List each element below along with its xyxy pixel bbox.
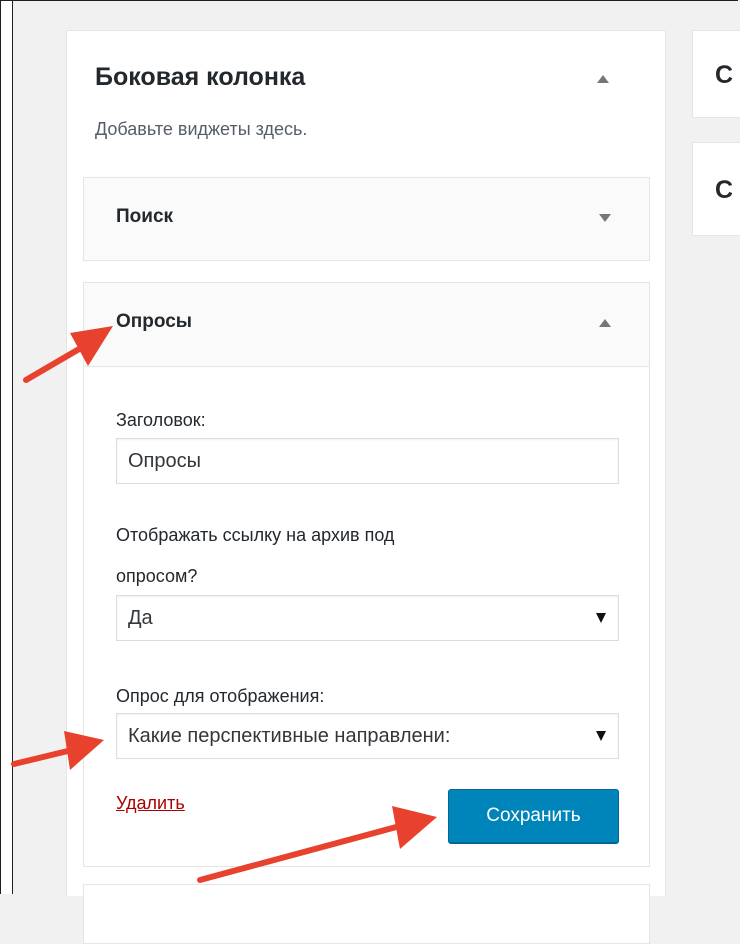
chevron-down-icon[interactable] — [599, 214, 611, 222]
archive-link-select-value: Да — [128, 607, 153, 629]
right-panel-card-2[interactable]: С — [692, 142, 740, 236]
poll-select-value: Какие перспективные направлени: — [128, 725, 451, 747]
sidebar-title[interactable]: Боковая колонка — [95, 63, 305, 92]
chevron-up-icon[interactable] — [599, 319, 611, 327]
title-field-label: Заголовок: — [116, 410, 206, 430]
chevron-up-icon[interactable] — [597, 75, 609, 83]
title-input-value: Опросы — [128, 450, 202, 472]
archive-link-label-line2: опросом? — [116, 566, 198, 586]
widget-polls-header[interactable]: Опросы — [84, 283, 649, 367]
widget-polls: Опросы Заголовок: Опросы Отображать ссыл… — [83, 282, 650, 867]
save-button[interactable]: Сохранить — [448, 789, 619, 843]
right-panel-card-2-title: С — [715, 176, 734, 204]
widget-next[interactable] — [83, 884, 650, 944]
select-arrow-icon — [596, 731, 606, 741]
poll-select[interactable]: Какие перспективные направлени: — [116, 713, 619, 759]
widget-search-title: Поиск — [116, 206, 174, 227]
right-panel-card-1[interactable]: С — [692, 30, 740, 118]
select-arrow-icon — [596, 613, 606, 623]
sidebar-description: Добавьте виджеты здесь. — [95, 119, 308, 139]
right-panel-card-1-title: С — [715, 61, 734, 89]
title-input[interactable]: Опросы — [116, 438, 619, 484]
delete-link[interactable]: Удалить — [116, 793, 185, 814]
sidebar-widget-area: Боковая колонка Добавьте виджеты здесь. … — [66, 30, 666, 944]
poll-select-label: Опрос для отображения: — [116, 686, 325, 706]
widget-search: Поиск — [83, 177, 650, 261]
widget-search-header[interactable]: Поиск — [84, 178, 649, 260]
archive-link-label-line1: Отображать ссылку на архив под — [116, 525, 395, 545]
archive-link-select[interactable]: Да — [116, 595, 619, 641]
widget-polls-title: Опросы — [116, 311, 193, 332]
